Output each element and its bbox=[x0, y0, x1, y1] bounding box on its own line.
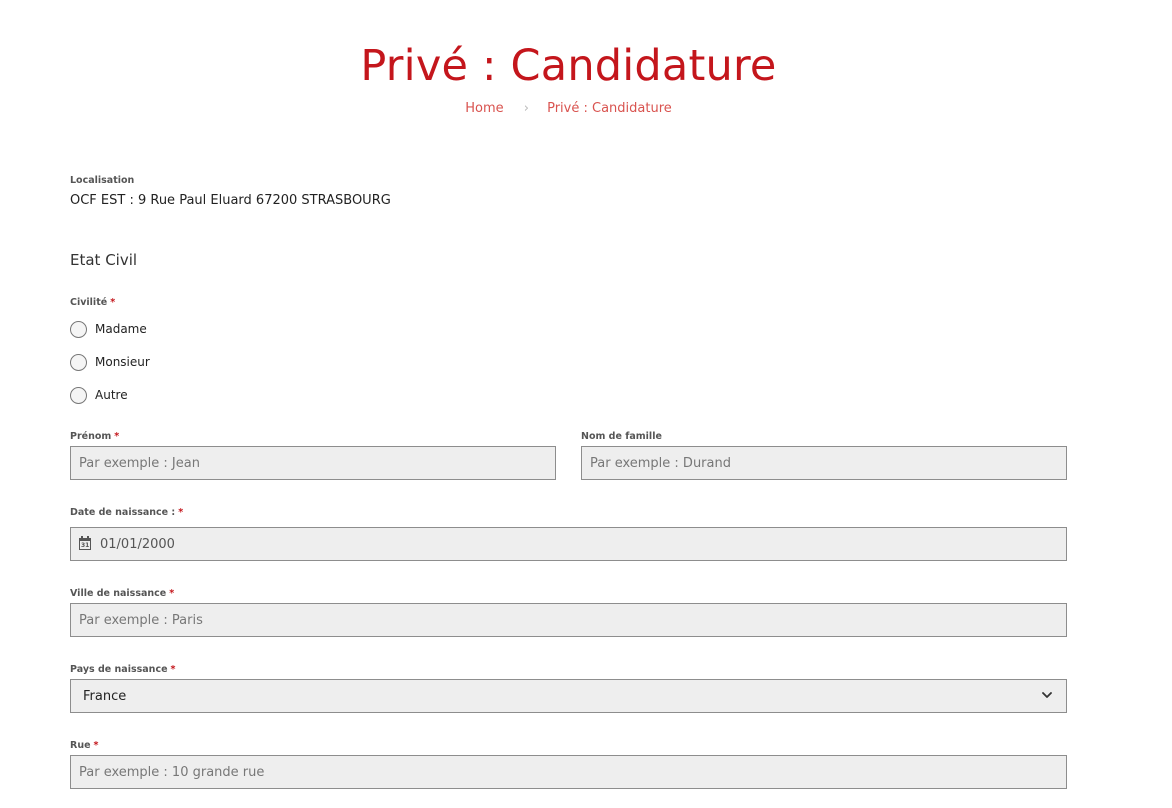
required-marker: * bbox=[114, 431, 120, 442]
required-marker: * bbox=[169, 588, 175, 599]
required-marker: * bbox=[93, 740, 99, 751]
radio-label-monsieur: Monsieur bbox=[95, 355, 150, 369]
required-marker: * bbox=[110, 297, 116, 308]
breadcrumb-current: Privé : Candidature bbox=[547, 101, 672, 116]
street-field[interactable]: Par exemple : 10 grande rue bbox=[70, 755, 1067, 789]
birth-city-label: Ville de naissance * bbox=[70, 588, 174, 600]
civility-option-madame[interactable]: Madame bbox=[70, 320, 147, 338]
breadcrumb: Home › Privé : Candidature bbox=[0, 100, 1137, 118]
chevron-down-icon bbox=[1042, 692, 1052, 698]
radio-madame[interactable] bbox=[70, 320, 87, 338]
radio-label-madame: Madame bbox=[95, 322, 147, 336]
street-label: Rue * bbox=[70, 740, 99, 752]
birth-country-value: France bbox=[83, 688, 127, 704]
first-name-field[interactable]: Par exemple : Jean bbox=[70, 446, 556, 480]
birth-city-label-text: Ville de naissance bbox=[70, 588, 167, 599]
civility-option-monsieur[interactable]: Monsieur bbox=[70, 353, 150, 371]
page-title: Privé : Candidature bbox=[360, 41, 777, 91]
radio-label-autre: Autre bbox=[95, 388, 128, 402]
first-name-label: Prénom * bbox=[70, 431, 119, 443]
birth-date-label-text: Date de naissance : bbox=[70, 507, 176, 518]
location-value: OCF EST : 9 Rue Paul Eluard 67200 STRASB… bbox=[70, 193, 391, 208]
birth-country-select[interactable]: France bbox=[70, 679, 1067, 713]
last-name-field[interactable]: Par exemple : Durand bbox=[581, 446, 1067, 480]
location-label: Localisation bbox=[70, 175, 135, 186]
calendar-icon-day: 31 bbox=[81, 542, 90, 549]
civility-label: Civilité * bbox=[70, 297, 115, 309]
radio-autre[interactable] bbox=[70, 386, 87, 404]
required-marker: * bbox=[170, 664, 176, 675]
birth-country-label-text: Pays de naissance bbox=[70, 664, 168, 675]
civility-option-autre[interactable]: Autre bbox=[70, 386, 128, 404]
calendar-icon: 31 bbox=[79, 536, 91, 550]
breadcrumb-separator: › bbox=[523, 101, 529, 116]
required-marker: * bbox=[178, 507, 184, 518]
street-label-text: Rue bbox=[70, 740, 91, 751]
radio-monsieur[interactable] bbox=[70, 353, 87, 371]
first-name-label-text: Prénom bbox=[70, 431, 112, 442]
birth-country-label: Pays de naissance * bbox=[70, 664, 176, 676]
birth-date-field[interactable]: 31 01/01/2000 bbox=[70, 527, 1067, 561]
civility-label-text: Civilité bbox=[70, 297, 108, 308]
birth-date-label: Date de naissance : * bbox=[70, 507, 183, 519]
last-name-label: Nom de famille bbox=[581, 431, 662, 442]
birth-city-field[interactable]: Par exemple : Paris bbox=[70, 603, 1067, 637]
breadcrumb-home-link[interactable]: Home bbox=[465, 101, 503, 116]
section-title-etat-civil: Etat Civil bbox=[70, 251, 138, 269]
birth-date-value: 01/01/2000 bbox=[100, 536, 175, 552]
